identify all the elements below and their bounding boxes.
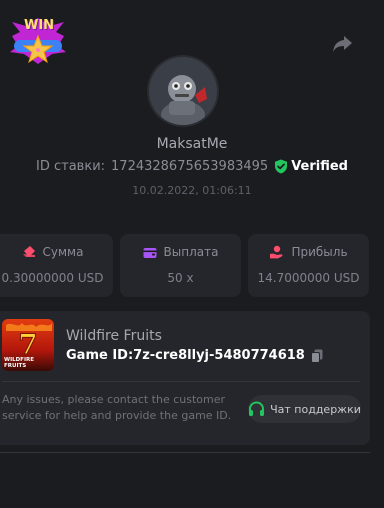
bet-id-value: 1724328675653983495 <box>111 159 269 174</box>
game-card: 7 WILDFIRE FRUITS Wildfire Fruits Game I… <box>0 311 370 445</box>
game-thumb-text: WILDFIRE FRUITS <box>4 357 34 369</box>
shield-check-icon <box>274 159 288 174</box>
support-chat-button[interactable]: Чат поддержки <box>248 395 361 423</box>
stat-label: Прибыль <box>291 245 348 259</box>
stat-value: 14.7000000 USD <box>257 271 360 285</box>
bet-ticket-icon <box>22 245 36 259</box>
stat-label: Выплата <box>163 245 219 259</box>
game-id-label: Game ID: <box>66 348 134 363</box>
verified-badge: Verified <box>274 159 348 174</box>
stat-value: 0.30000000 USD <box>1 271 104 285</box>
bet-id-row: ID ставки: 1724328675653983495 Verified <box>0 159 384 174</box>
win-badge: WIN <box>6 14 70 66</box>
headset-icon <box>248 401 265 417</box>
stat-card-amount: Сумма 0.30000000 USD <box>0 234 113 297</box>
bet-date: 10.02.2022, 01:06:11 <box>132 184 252 197</box>
bottom-divider <box>0 452 370 453</box>
support-chat-label: Чат поддержки <box>270 402 361 416</box>
username: MaksatMe <box>156 136 228 152</box>
game-card-divider <box>2 381 360 382</box>
profit-hand-icon <box>269 245 284 259</box>
stats-row: Сумма 0.30000000 USD Выплата 50 x Прибыл… <box>0 234 369 297</box>
game-thumbnail[interactable]: 7 WILDFIRE FRUITS <box>2 319 54 371</box>
wallet-icon <box>143 246 157 259</box>
game-id-value: 7z-cre8llyj-5480774618 <box>133 348 305 363</box>
copy-icon[interactable] <box>310 349 323 363</box>
game-name: Wildfire Fruits <box>66 328 162 344</box>
stat-label: Сумма <box>42 245 84 259</box>
stat-card-profit: Прибыль 14.7000000 USD <box>248 234 369 297</box>
game-id-row: Game ID:7z-cre8llyj-5480774618 <box>66 348 323 363</box>
verified-label: Verified <box>291 159 348 174</box>
bet-id-label: ID ставки: <box>36 159 106 174</box>
share-icon[interactable] <box>332 34 354 54</box>
win-badge-text: WIN <box>24 18 55 33</box>
avatar <box>149 57 217 125</box>
help-text: Any issues, please contact the customer … <box>2 393 232 422</box>
stat-card-payout: Выплата 50 x <box>120 234 241 297</box>
stat-value: 50 x <box>167 271 194 285</box>
